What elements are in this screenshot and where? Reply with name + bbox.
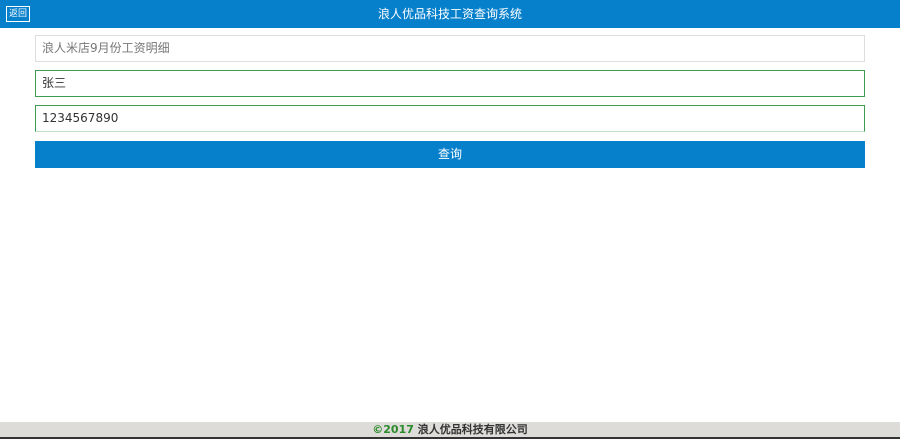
back-button[interactable]: 返回 [6, 6, 31, 22]
company-name: 浪人优品科技有限公司 [417, 423, 528, 436]
name-input[interactable]: 张三 [35, 70, 865, 97]
footer: ©2017 浪人优品科技有限公司 [0, 422, 900, 439]
page-title: 浪人优品科技工资查询系统 [377, 7, 522, 21]
query-button[interactable]: 查询 [35, 141, 865, 168]
copyright-text: ©2017 [372, 423, 414, 436]
id-input[interactable]: 1234567890 [35, 105, 865, 132]
salary-title-field[interactable]: 浪人米店9月份工资明细 [35, 35, 865, 62]
header-bar: 返回 浪人优品科技工资查询系统 [0, 0, 900, 28]
